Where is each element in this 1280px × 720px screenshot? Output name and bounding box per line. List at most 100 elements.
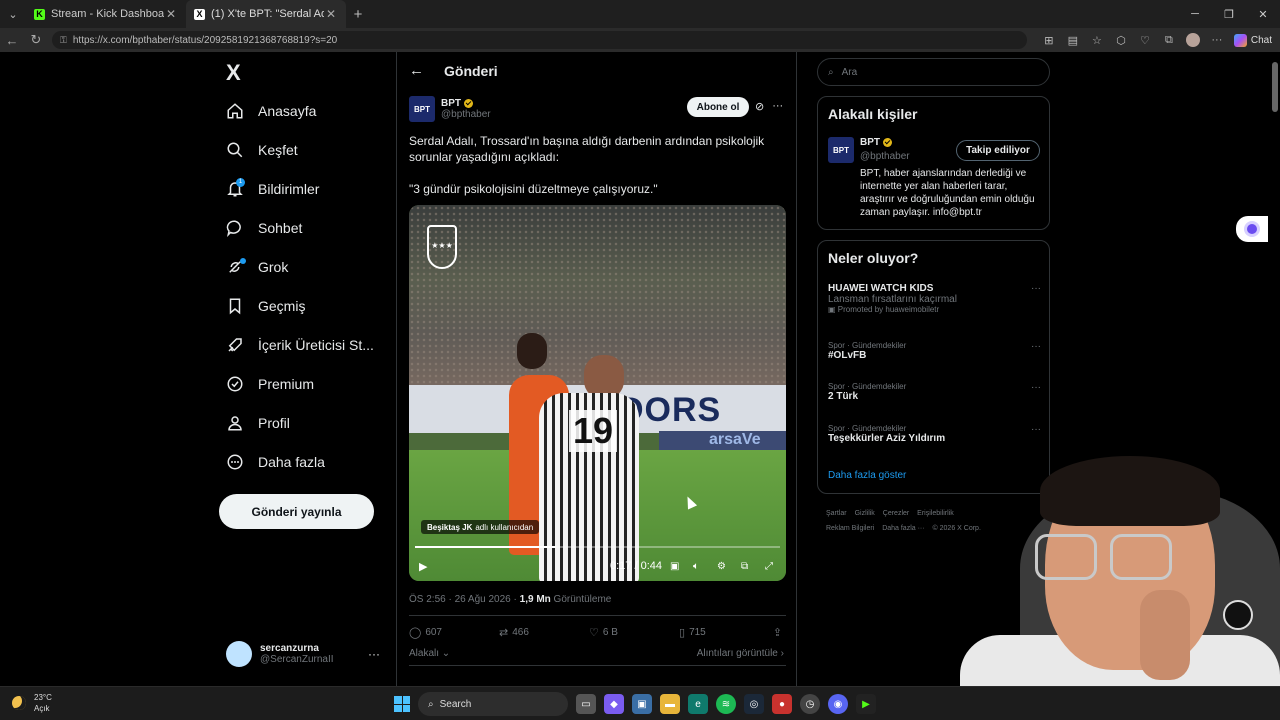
footer-link[interactable]: Çerezler	[883, 510, 909, 517]
like-button[interactable]: ♡ 6 B	[589, 626, 679, 639]
reply-button[interactable]: ◯ 607	[409, 626, 499, 639]
captions-icon[interactable]: ▣	[670, 561, 679, 572]
nav-premium[interactable]: Premium	[226, 372, 314, 396]
footer-link[interactable]: Gizlilik	[855, 510, 875, 517]
back-arrow-icon[interactable]: ←	[409, 62, 424, 79]
edge-browser-icon[interactable]: e	[688, 694, 708, 714]
more-dots-icon[interactable]: ···	[1031, 424, 1041, 435]
settings-gear-icon[interactable]: ⚙	[717, 561, 726, 572]
minimize-icon[interactable]: ─	[1178, 0, 1212, 28]
copilot-app-icon[interactable]: ◆	[604, 694, 624, 714]
tab-list-chevron-icon[interactable]: ⌄	[0, 0, 26, 28]
grok-analyze-icon[interactable]: ⊘	[755, 100, 764, 113]
taskbar-search[interactable]: ⌕ Search	[418, 692, 568, 716]
task-view-icon[interactable]: ▭	[576, 694, 596, 714]
nav-chat[interactable]: Sohbet	[226, 216, 302, 240]
post-button[interactable]: Gönderi yayınla	[219, 494, 374, 529]
store-icon[interactable]: ▣	[632, 694, 652, 714]
share-button[interactable]: ⇪	[773, 626, 786, 639]
new-tab-icon[interactable]: +	[346, 6, 370, 23]
profile-avatar[interactable]	[1185, 33, 1200, 47]
play-icon[interactable]: ▶	[419, 560, 431, 573]
footer-link[interactable]: Daha fazla ···	[882, 525, 924, 532]
relevance-dropdown[interactable]: Alakalı ⌄	[409, 648, 450, 659]
tab-kick-dashboard[interactable]: K Stream - Kick Dashboard ✕	[26, 0, 186, 28]
x-logo-icon[interactable]: X	[226, 60, 241, 86]
more-dots-icon[interactable]: ···	[1031, 382, 1041, 393]
nav-home[interactable]: Anasayfa	[226, 99, 316, 123]
post-timestamp[interactable]: ÖS 2:56 · 26 Ağu 2026 ·	[409, 594, 520, 605]
copilot-chat-button[interactable]: Chat	[1233, 33, 1272, 47]
weather-widget[interactable]: 23°C Açık	[12, 692, 52, 714]
close-tab-icon[interactable]: ✕	[164, 7, 178, 21]
trend-item[interactable]: Spor · Gündemdekiler Teşekkürler Aziz Yı…	[828, 424, 1041, 444]
more-dots-icon[interactable]: ···	[772, 100, 783, 113]
reload-icon[interactable]: ↻	[24, 32, 48, 48]
trend-item[interactable]: Spor · Gündemdekiler 2 Türk ···	[828, 382, 1041, 402]
subscribe-button[interactable]: Abone ol	[687, 97, 749, 117]
discord-icon[interactable]: ◉	[828, 694, 848, 714]
nav-explore[interactable]: Keşfet	[226, 138, 298, 162]
footer-link[interactable]: Şartlar	[826, 510, 847, 517]
search-input[interactable]: ⌕ Ara	[817, 58, 1050, 86]
author-avatar[interactable]: BPT	[409, 96, 435, 122]
volume-icon[interactable]: 🔈︎	[693, 561, 699, 572]
nav-creator-studio[interactable]: İçerik Üreticisi St...	[226, 333, 374, 357]
copilot-floating-button[interactable]	[1236, 216, 1268, 242]
webcam-overlay	[940, 456, 1280, 686]
nav-grok[interactable]: Grok	[226, 255, 288, 279]
tab-x-post[interactable]: X (1) X'te BPT: "Serdal Adalı, Trossard …	[186, 0, 346, 28]
following-button[interactable]: Takip ediliyor	[956, 140, 1040, 161]
related-person-avatar[interactable]: BPT	[828, 137, 854, 163]
nav-more[interactable]: Daha fazla	[226, 450, 325, 474]
back-icon[interactable]: ←	[0, 33, 24, 48]
trend-item[interactable]: Spor · Gündemdekiler #OLvFB ···	[828, 341, 1041, 361]
video-credit[interactable]: Beşiktaş JK adlı kullanıcıdan	[421, 520, 540, 534]
repost-button[interactable]: ⇄ 466	[499, 626, 589, 639]
settings-more-icon[interactable]: ···	[1210, 34, 1224, 46]
site-info-icon[interactable]: ⚿	[60, 35, 67, 46]
bookmark-button[interactable]: ▯ 715	[679, 626, 769, 639]
grok-dot-badge	[240, 258, 246, 264]
pip-icon[interactable]: ⧉	[741, 561, 748, 572]
reader-icon[interactable]: ▤	[1066, 34, 1080, 47]
file-explorer-icon[interactable]: ▬	[660, 694, 680, 714]
address-bar[interactable]: ⚿ https://x.com/bpthaber/status/20925819…	[52, 31, 1027, 49]
browser-essentials-icon[interactable]: ♡	[1138, 34, 1152, 47]
browser-tab-bar: ⌄ K Stream - Kick Dashboard ✕ X (1) X'te…	[0, 0, 1280, 28]
left-sidebar: X Anasayfa Keşfet 1 Bildirimler Sohbet G…	[214, 52, 394, 686]
nav-bookmarks[interactable]: Geçmiş	[226, 294, 305, 318]
post-author[interactable]: BPT BPT @bpthaber	[409, 96, 491, 122]
favorite-star-icon[interactable]: ☆	[1090, 34, 1104, 47]
clock-app-icon[interactable]: ◷	[800, 694, 820, 714]
show-more-link[interactable]: Daha fazla göster	[828, 470, 906, 481]
close-tab-icon[interactable]: ✕	[324, 7, 338, 21]
view-quotes-link[interactable]: Alıntıları görüntüle ›	[697, 648, 784, 659]
extensions-icon[interactable]: ⬡	[1114, 34, 1128, 47]
related-person-handle: @bpthaber	[860, 151, 910, 162]
spotify-icon[interactable]: ≋	[716, 694, 736, 714]
maximize-icon[interactable]: ❐	[1212, 0, 1246, 28]
more-dots-icon[interactable]: ···	[1031, 341, 1041, 352]
grok-floating-icon[interactable]	[1223, 600, 1253, 630]
share-icon: ⇪	[772, 627, 782, 639]
page-scrollbar[interactable]	[1272, 62, 1278, 112]
close-window-icon[interactable]: ✕	[1246, 0, 1280, 28]
windows-start-icon[interactable]	[394, 696, 410, 712]
more-dots-icon[interactable]: ···	[368, 647, 380, 661]
fullscreen-icon[interactable]: ⤢	[765, 561, 773, 572]
steam-icon[interactable]: ◎	[744, 694, 764, 714]
recorder-icon[interactable]: ●	[772, 694, 792, 714]
kick-icon[interactable]: ▶	[856, 694, 876, 714]
account-switcher[interactable]: sercanzurna @SercanZurnaII ···	[226, 641, 386, 667]
nav-notifications[interactable]: 1 Bildirimler	[226, 177, 319, 201]
apps-icon[interactable]: ⊞	[1042, 34, 1056, 47]
collections-icon[interactable]: ⧉	[1162, 34, 1176, 47]
tab-title: Stream - Kick Dashboard	[51, 8, 164, 20]
nav-profile[interactable]: Profil	[226, 411, 290, 435]
trend-item[interactable]: HUAWEI WATCH KIDS Lansman fırsatlarını k…	[828, 283, 1041, 314]
footer-link[interactable]: Reklam Bilgileri	[826, 525, 874, 532]
video-progress-bar[interactable]	[415, 546, 780, 548]
more-dots-icon[interactable]: ···	[1031, 283, 1041, 294]
video-player[interactable]: DORS arsaVe 19 ★★★ Beşiktaş JK adlı kull…	[409, 205, 786, 581]
